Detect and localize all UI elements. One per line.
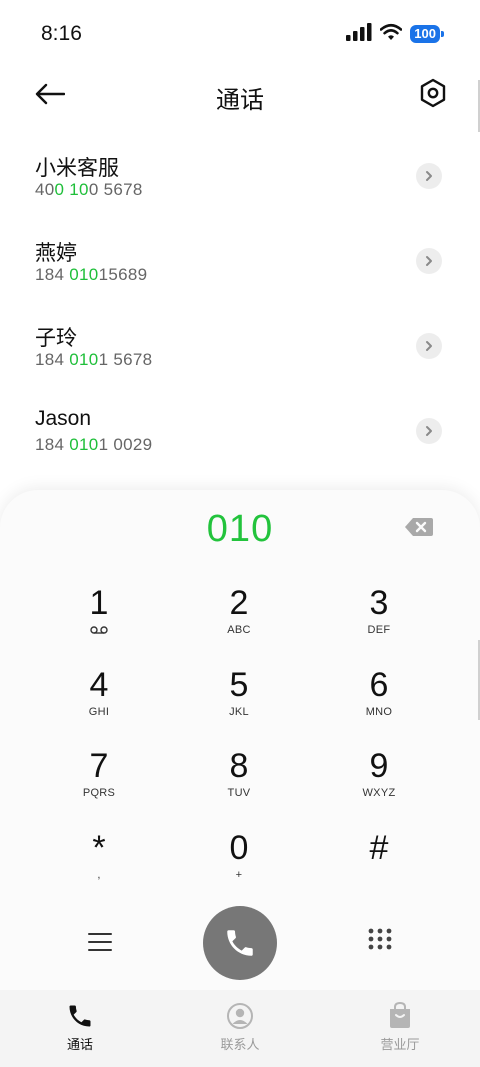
key-digit: 2 bbox=[229, 584, 249, 622]
call-button[interactable] bbox=[203, 906, 277, 980]
key-letters: PQRS bbox=[82, 787, 116, 800]
key-digit: 5 bbox=[229, 665, 249, 704]
keypad-toggle-button[interactable] bbox=[366, 927, 396, 957]
hamburger-menu-icon bbox=[88, 933, 112, 951]
list-item[interactable]: 小米客服 400 100 5678 bbox=[0, 130, 480, 215]
contact-name: 子玲 bbox=[35, 327, 77, 350]
settings-button[interactable] bbox=[416, 76, 450, 110]
phone-icon bbox=[69, 1005, 91, 1027]
dialpad-grid-icon bbox=[368, 928, 392, 955]
key-digit: # bbox=[369, 829, 389, 868]
key-5[interactable]: 5 JKL bbox=[169, 660, 309, 742]
key-letters: GHI bbox=[88, 705, 110, 718]
contact-number: 184 0101 0029 bbox=[35, 435, 153, 454]
key-hash[interactable]: # bbox=[309, 823, 449, 905]
contact-detail-button[interactable] bbox=[416, 333, 442, 359]
voicemail-icon bbox=[90, 626, 108, 634]
contact-name: 小米客服 bbox=[35, 157, 119, 180]
nav-tab-store[interactable]: 营业厅 bbox=[320, 990, 480, 1067]
key-3[interactable]: 3 DEF bbox=[309, 578, 449, 660]
list-item[interactable]: Jason 184 0101 0029 bbox=[0, 385, 480, 470]
nav-label: 通话 bbox=[66, 1037, 93, 1052]
phone-icon bbox=[227, 930, 253, 956]
nav-tab-contacts[interactable]: 联系人 bbox=[160, 990, 320, 1067]
key-8[interactable]: 8 TUV bbox=[169, 741, 309, 823]
bottom-navigation: 通话 联系人 营业厅 bbox=[0, 990, 480, 1067]
status-time: 8:16 bbox=[41, 22, 82, 45]
key-7[interactable]: 7 PQRS bbox=[29, 741, 169, 823]
contact-number: 400 100 5678 bbox=[35, 180, 143, 199]
key-letters: MNO bbox=[365, 705, 393, 718]
contact-results-list: 小米客服 400 100 5678 燕婷 184 01015689 子玲 184… bbox=[0, 130, 480, 470]
keypad: 1 2 ABC 3 DEF 4 GHI 5 JKL 6 MNO 7 PQRS 8… bbox=[29, 578, 451, 905]
nav-label: 联系人 bbox=[220, 1037, 260, 1052]
key-digit: 3 bbox=[369, 584, 389, 622]
key-digit: 7 bbox=[89, 747, 109, 786]
key-2[interactable]: 2 ABC bbox=[169, 578, 309, 660]
menu-button[interactable] bbox=[85, 927, 115, 957]
list-item[interactable]: 子玲 184 0101 5678 bbox=[0, 300, 480, 385]
key-1[interactable]: 1 bbox=[29, 578, 169, 660]
key-letters: TUV bbox=[227, 787, 251, 800]
key-6[interactable]: 6 MNO bbox=[309, 660, 449, 742]
dialpad-panel: 010 1 2 ABC 3 DEF 4 GHI 5 JKL 6 MNO 7 PQ… bbox=[0, 490, 480, 990]
dialpad-actions bbox=[0, 905, 480, 981]
key-letters: ABC bbox=[227, 624, 251, 636]
key-4[interactable]: 4 GHI bbox=[29, 660, 169, 742]
key-digit: 8 bbox=[229, 747, 249, 786]
contact-detail-button[interactable] bbox=[416, 163, 442, 189]
person-icon bbox=[227, 1003, 253, 1029]
status-icons: 100 bbox=[346, 22, 444, 46]
chevron-right-icon bbox=[426, 256, 432, 266]
nav-tab-calls[interactable]: 通话 bbox=[0, 990, 160, 1067]
contact-number: 184 01015689 bbox=[35, 265, 148, 284]
chevron-right-icon bbox=[426, 171, 432, 181]
shopping-bag-icon bbox=[390, 1002, 410, 1028]
contact-name: 燕婷 bbox=[35, 242, 77, 265]
key-digit: 4 bbox=[89, 665, 109, 704]
key-digit: 6 bbox=[369, 665, 389, 704]
key-star[interactable]: * , bbox=[29, 823, 169, 905]
key-letters: DEF bbox=[367, 624, 391, 636]
key-digit: 9 bbox=[369, 747, 389, 786]
key-0[interactable]: 0 + bbox=[169, 823, 309, 905]
nav-label: 营业厅 bbox=[380, 1037, 420, 1052]
key-9[interactable]: 9 WXYZ bbox=[309, 741, 449, 823]
signal-icon bbox=[346, 22, 372, 46]
delete-button[interactable] bbox=[404, 516, 434, 538]
key-digit: 0 bbox=[229, 829, 249, 868]
header: 通话 bbox=[0, 66, 480, 122]
chevron-right-icon bbox=[426, 341, 432, 351]
key-letters: WXYZ bbox=[362, 787, 396, 800]
key-digit: 1 bbox=[89, 584, 109, 622]
key-letters: JKL bbox=[229, 705, 249, 718]
backspace-icon bbox=[405, 518, 433, 536]
chevron-right-icon bbox=[426, 426, 432, 436]
contact-name: Jason bbox=[35, 407, 92, 430]
contact-detail-button[interactable] bbox=[416, 418, 442, 444]
status-bar: 8:16 100 bbox=[0, 0, 480, 66]
contact-number: 184 0101 5678 bbox=[35, 350, 153, 369]
settings-hexagon-icon bbox=[420, 78, 446, 108]
contact-detail-button[interactable] bbox=[416, 248, 442, 274]
key-digit: * bbox=[92, 829, 106, 868]
list-item[interactable]: 燕婷 184 01015689 bbox=[0, 215, 480, 300]
battery-indicator: 100 bbox=[410, 25, 444, 43]
page-title: 通话 bbox=[216, 87, 264, 114]
key-letters: , bbox=[97, 869, 101, 882]
key-letters: + bbox=[235, 869, 243, 882]
wifi-icon bbox=[379, 23, 403, 46]
